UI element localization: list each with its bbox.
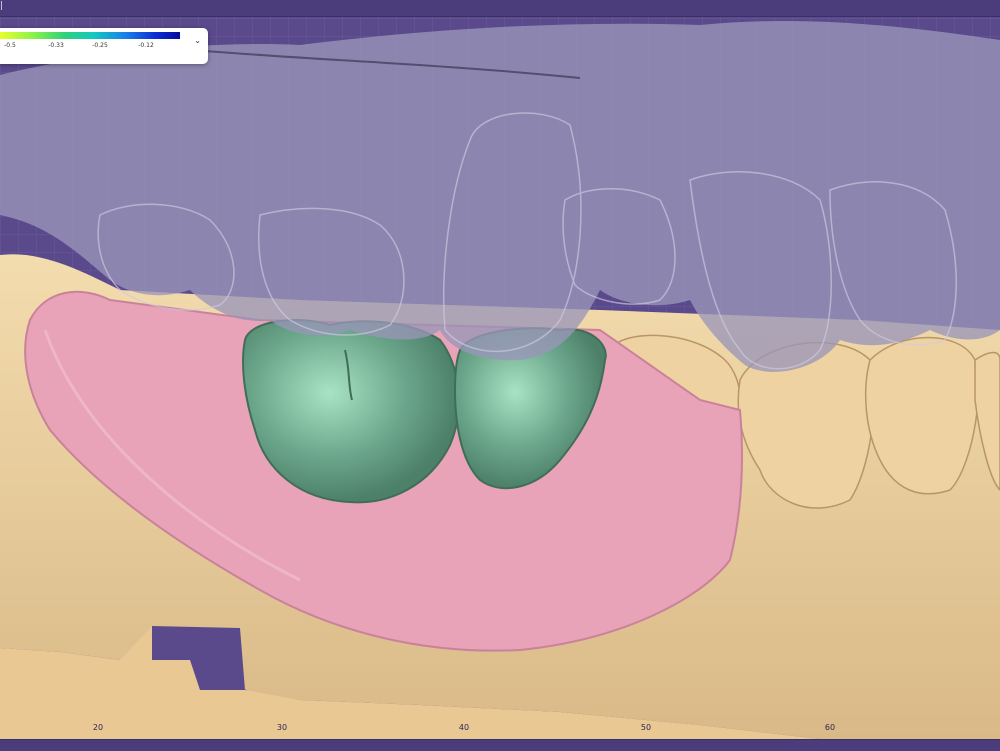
legend-tick: -0.33	[48, 42, 64, 49]
window-title: |	[0, 1, 4, 11]
ruler-label: 60	[824, 723, 836, 732]
deviation-color-legend[interactable]: -0.5 -0.33 -0.25 -0.12 ⌄	[0, 28, 208, 64]
3d-viewport[interactable]	[0, 17, 1000, 739]
legend-tick: -0.5	[4, 42, 16, 49]
ruler-label: 50	[640, 723, 652, 732]
ruler-label: 40	[458, 723, 470, 732]
chevron-down-icon[interactable]: ⌄	[194, 36, 201, 45]
ruler-label: 20	[92, 723, 104, 732]
ruler-label: 30	[276, 723, 288, 732]
status-bar	[0, 739, 1000, 751]
measurement-ruler: 20 30 40 50 60	[0, 723, 1000, 737]
title-bar: |	[0, 0, 1000, 17]
legend-tick: -0.12	[138, 42, 154, 49]
color-scale-bar	[0, 32, 180, 39]
legend-tick: -0.25	[92, 42, 108, 49]
